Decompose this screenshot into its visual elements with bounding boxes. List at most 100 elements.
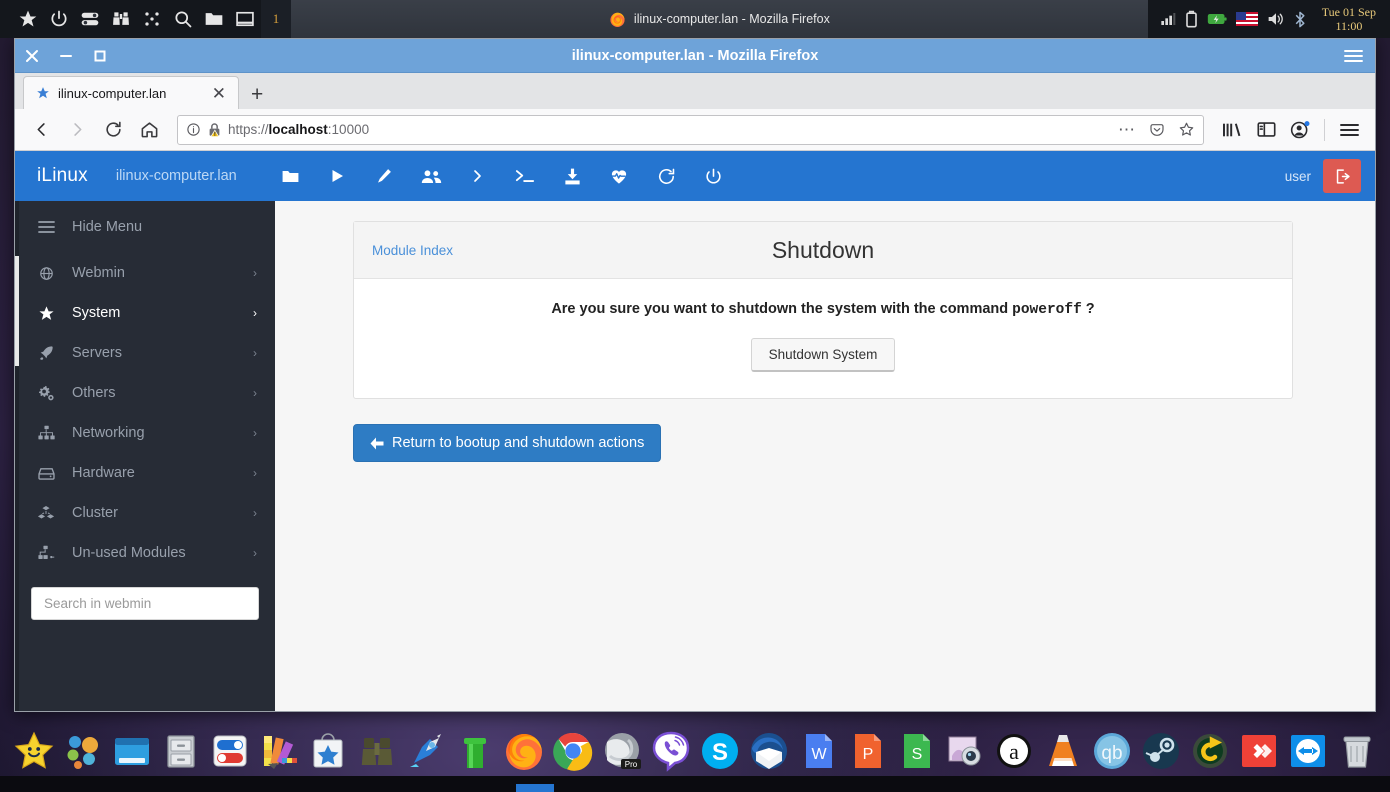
sidebar-scrollbar-thumb[interactable] [15, 256, 19, 366]
bookmark-star-icon[interactable] [1178, 121, 1195, 138]
users-icon[interactable] [408, 151, 455, 201]
library-icon[interactable] [1216, 114, 1248, 146]
terminal-icon[interactable] [502, 151, 549, 201]
sidebar-item-cluster[interactable]: Cluster › [15, 493, 275, 533]
webmin-brand[interactable]: iLinux [15, 165, 88, 187]
download-icon[interactable] [549, 151, 596, 201]
sidebar-item-system[interactable]: System › [15, 293, 275, 333]
wps-writer-icon[interactable]: W [795, 728, 841, 774]
sidebar-scrollbar-track[interactable] [15, 201, 19, 711]
star-smiley-icon[interactable] [11, 728, 57, 774]
shutdown-panel: Module Index Shutdown Are you sure you w… [353, 221, 1293, 399]
window-menu-icon[interactable] [1344, 48, 1363, 64]
firefox-icon[interactable] [501, 728, 547, 774]
teamviewer-icon[interactable] [1285, 728, 1331, 774]
account-icon[interactable] [1284, 114, 1316, 146]
sidebar-item-networking[interactable]: Networking › [15, 413, 275, 453]
screenshot-icon[interactable] [942, 728, 988, 774]
return-to-bootup-actions-button[interactable]: Return to bootup and shutdown actions [353, 424, 662, 462]
star-icon[interactable] [18, 9, 38, 29]
window-title: ilinux-computer.lan - Mozilla Firefox [571, 47, 819, 64]
sidebar-item-webmin[interactable]: Webmin › [15, 253, 275, 293]
sidebar-icon[interactable] [1250, 114, 1282, 146]
close-icon[interactable] [15, 39, 49, 73]
bottom-window-indicator[interactable] [516, 784, 554, 792]
signal-icon[interactable] [1160, 11, 1176, 27]
sidebar-item-others[interactable]: Others › [15, 373, 275, 413]
refresh-icon[interactable] [643, 151, 690, 201]
rocket-icon[interactable] [403, 728, 449, 774]
sidebar-item-hardware[interactable]: Hardware › [15, 453, 275, 493]
back-button[interactable] [25, 114, 57, 146]
chevron-right-icon: › [253, 386, 257, 400]
toggles-icon[interactable] [80, 9, 100, 29]
viber-icon[interactable] [648, 728, 694, 774]
qbittorrent-icon[interactable]: qb [1089, 728, 1135, 774]
page-info-icon[interactable] [186, 122, 201, 137]
file-cabinet-icon[interactable] [158, 728, 204, 774]
search-icon[interactable] [173, 9, 193, 29]
wps-spreadsheet-icon[interactable]: S [893, 728, 939, 774]
browser-tab[interactable]: ilinux-computer.lan ✕ [23, 76, 239, 109]
volume-icon[interactable] [1267, 11, 1285, 27]
window-icon[interactable] [235, 9, 255, 29]
wps-presentation-icon[interactable]: P [844, 728, 890, 774]
toolbar-separator [1324, 118, 1325, 141]
address-bar[interactable]: https://localhost:10000 ⋯ [177, 114, 1204, 145]
folder-icon[interactable] [267, 151, 314, 201]
vlc-icon[interactable] [1040, 728, 1086, 774]
new-tab-button[interactable]: + [239, 84, 275, 105]
sidebar-hide-menu[interactable]: Hide Menu [15, 207, 275, 247]
timeshift-icon[interactable] [1187, 728, 1233, 774]
maximize-icon[interactable] [83, 39, 117, 73]
forward-button[interactable] [61, 114, 93, 146]
heartbeat-icon[interactable] [596, 151, 643, 201]
taskbar-active-window[interactable]: ilinux-computer.lan - Mozilla Firefox [291, 0, 1148, 38]
window-manager-icon[interactable] [109, 728, 155, 774]
binoculars-icon[interactable] [354, 728, 400, 774]
page-actions-icon[interactable]: ⋯ [1118, 120, 1136, 140]
trash-icon[interactable] [1334, 728, 1380, 774]
minimize-icon[interactable] [49, 39, 83, 73]
pipe-icon[interactable] [452, 728, 498, 774]
bubbles-icon[interactable] [60, 728, 106, 774]
opera-pro-icon[interactable]: Pro [599, 728, 645, 774]
battery-icon[interactable] [1185, 10, 1198, 28]
search-input[interactable] [31, 587, 259, 620]
module-index-link[interactable]: Module Index [372, 243, 453, 258]
pocket-icon[interactable] [1149, 122, 1165, 138]
bluetooth-icon[interactable] [1294, 11, 1306, 28]
skype-icon[interactable]: S [697, 728, 743, 774]
shutdown-system-button[interactable]: Shutdown System [750, 338, 896, 372]
reload-button[interactable] [97, 114, 129, 146]
sitemap-icon [37, 425, 55, 441]
folder-icon[interactable] [204, 9, 224, 29]
pencil-icon[interactable] [361, 151, 408, 201]
logout-icon[interactable] [1323, 159, 1361, 193]
steam-icon[interactable] [1138, 728, 1184, 774]
color-palette-icon[interactable] [256, 728, 302, 774]
anydesk-icon[interactable] [1236, 728, 1282, 774]
power-icon[interactable] [49, 9, 69, 29]
sidebar-item-unused-modules[interactable]: Un-used Modules › [15, 533, 275, 573]
sidebar-item-servers[interactable]: Servers › [15, 333, 275, 373]
power-icon[interactable] [690, 151, 737, 201]
workspace-indicator[interactable]: 1 [261, 0, 291, 38]
toggles-icon[interactable] [207, 728, 253, 774]
home-button[interactable] [133, 114, 165, 146]
clock[interactable]: Tue 01 Sep 11:00 [1315, 0, 1390, 38]
tab-close-icon[interactable]: ✕ [208, 85, 230, 102]
flag-us-icon[interactable] [1235, 12, 1258, 26]
audacious-icon[interactable]: a [991, 728, 1037, 774]
charging-icon[interactable] [1207, 12, 1227, 26]
grid-dots-icon[interactable] [142, 9, 162, 29]
app-menu-icon[interactable] [1333, 114, 1365, 146]
window-titlebar[interactable]: ilinux-computer.lan - Mozilla Firefox [15, 39, 1375, 73]
insecure-lock-icon[interactable] [207, 122, 222, 138]
binoculars-icon[interactable] [111, 9, 131, 29]
chevron-right-icon[interactable] [455, 151, 502, 201]
software-store-icon[interactable] [305, 728, 351, 774]
play-icon[interactable] [314, 151, 361, 201]
thunderbird-icon[interactable] [746, 728, 792, 774]
chrome-icon[interactable] [550, 728, 596, 774]
